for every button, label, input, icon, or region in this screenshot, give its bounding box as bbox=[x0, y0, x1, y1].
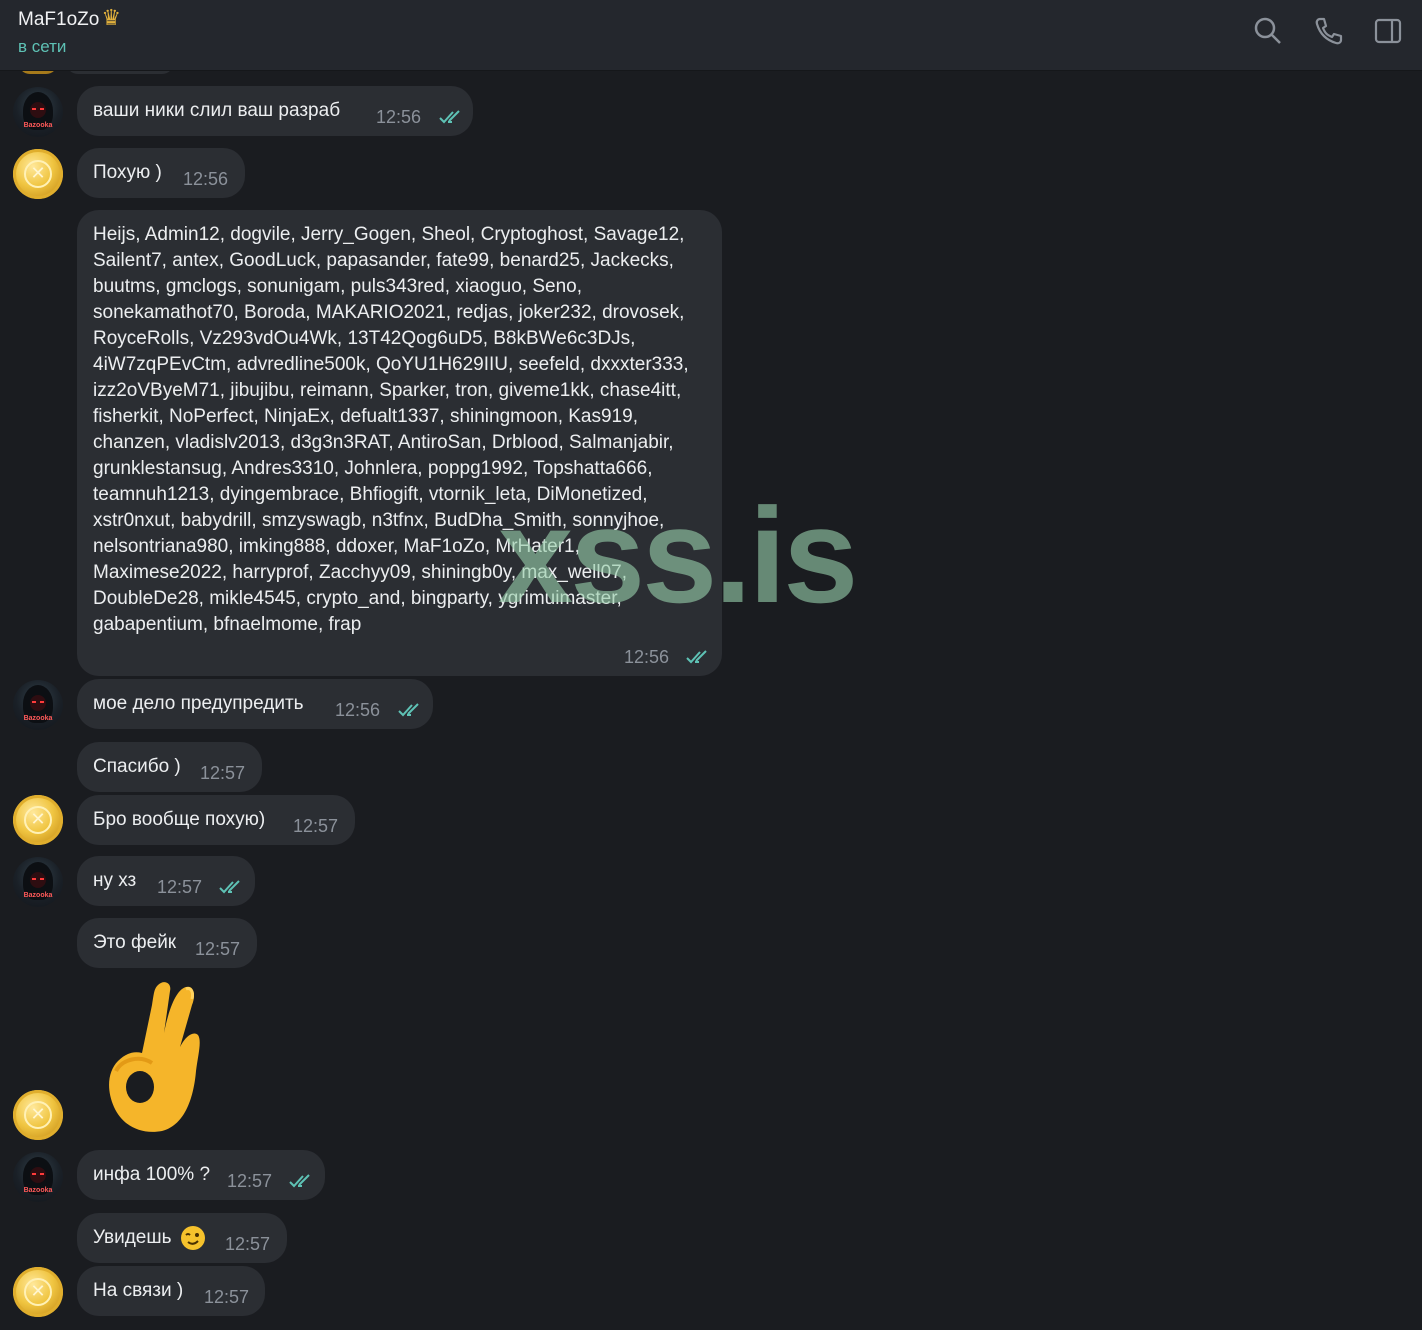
avatar-eye bbox=[32, 878, 36, 880]
avatar[interactable]: Bazooka bbox=[13, 680, 63, 730]
ok-hand-emoji[interactable] bbox=[100, 975, 220, 1145]
chat-header: MaF1oZo♛ в сети bbox=[0, 0, 1422, 71]
avatar-label: Bazooka bbox=[23, 122, 53, 129]
message-time: 12:57 bbox=[200, 763, 246, 783]
message-bubble[interactable]: Увидешь 12:57 bbox=[77, 1213, 287, 1263]
avatar-face bbox=[30, 102, 46, 118]
avatar[interactable]: ✕ bbox=[13, 1267, 63, 1317]
winking-face-emoji bbox=[181, 1226, 205, 1250]
double-check-icon bbox=[686, 650, 707, 664]
message-time: 12:56 bbox=[335, 700, 381, 720]
avatar[interactable]: ✕ bbox=[13, 1090, 63, 1140]
coin-symbol: ✕ bbox=[30, 1104, 46, 1124]
online-status: в сети bbox=[18, 37, 67, 56]
avatar-label: Bazooka bbox=[23, 892, 53, 899]
message-text: Это фейк bbox=[93, 932, 177, 953]
avatar[interactable]: ✕ bbox=[13, 795, 63, 845]
avatar-eye bbox=[32, 701, 36, 703]
message-time: 12:57 bbox=[293, 816, 339, 836]
message-text: Бро вообще похую) bbox=[93, 809, 266, 830]
message-text: Увидешь bbox=[93, 1227, 172, 1248]
message-bubble[interactable]: инфа 100% ? 12:57 bbox=[77, 1150, 325, 1200]
avatar-face bbox=[30, 1167, 46, 1183]
double-check-icon bbox=[219, 880, 240, 894]
message-bubble[interactable]: ну хз 12:57 bbox=[77, 856, 255, 906]
message-text: На связи ) bbox=[93, 1280, 184, 1301]
message-text: мое дело предупредить bbox=[93, 693, 304, 714]
coin-symbol: ✕ bbox=[30, 1281, 46, 1301]
coin-symbol: ✕ bbox=[30, 163, 46, 183]
message-text: Похую ) bbox=[93, 162, 162, 183]
avatar-eye bbox=[40, 108, 44, 110]
avatar-eye bbox=[40, 701, 44, 703]
avatar-face bbox=[30, 695, 46, 711]
avatar[interactable]: Bazooka bbox=[13, 857, 63, 907]
sidebar-toggle-icon[interactable] bbox=[1372, 15, 1404, 47]
message-time: 12:57 bbox=[204, 1287, 250, 1307]
avatar-label: Bazooka bbox=[23, 1187, 53, 1194]
message-bubble[interactable]: Похую ) 12:56 bbox=[77, 148, 245, 198]
crown-emoji: ♛ bbox=[101, 5, 122, 30]
message-text: Спасибо ) bbox=[93, 756, 181, 777]
avatar[interactable]: Bazooka bbox=[13, 1152, 63, 1202]
message-bubble[interactable]: Спасибо ) 12:57 bbox=[77, 742, 262, 792]
message-text: Heijs, Admin12, dogvile, Jerry_Gogen, Sh… bbox=[93, 224, 689, 635]
coin-symbol: ✕ bbox=[30, 809, 46, 829]
message-time: 12:57 bbox=[225, 1234, 271, 1254]
chat-title[interactable]: MaF1oZo♛ bbox=[18, 5, 121, 31]
message-text: ну хз bbox=[93, 870, 137, 891]
message-text: инфа 100% ? bbox=[93, 1164, 211, 1185]
message-time: 12:56 bbox=[624, 647, 670, 667]
message-time: 12:56 bbox=[376, 107, 422, 127]
message-time: 12:56 bbox=[183, 169, 229, 189]
avatar-eye bbox=[40, 1173, 44, 1175]
avatar[interactable]: ✕ bbox=[13, 149, 63, 199]
message-time: 12:57 bbox=[157, 877, 203, 897]
avatar-face bbox=[30, 872, 46, 888]
search-icon[interactable] bbox=[1252, 15, 1284, 47]
message-bubble[interactable]: На связи ) 12:57 bbox=[77, 1266, 265, 1316]
avatar-eye bbox=[40, 878, 44, 880]
chat-title-text: MaF1oZo bbox=[18, 9, 100, 30]
avatar-eye bbox=[32, 1173, 36, 1175]
message-time: 12:57 bbox=[195, 939, 241, 959]
double-check-icon bbox=[398, 703, 419, 717]
message-bubble[interactable]: Это фейк 12:57 bbox=[77, 918, 257, 968]
double-check-icon bbox=[439, 110, 460, 124]
chat-history: Bazooka ваши ники слил ваш разраб 12:56 … bbox=[0, 0, 1422, 1330]
message-time: 12:57 bbox=[227, 1171, 273, 1191]
double-check-icon bbox=[289, 1174, 310, 1188]
phone-icon[interactable] bbox=[1312, 15, 1344, 47]
avatar-eye bbox=[32, 108, 36, 110]
message-bubble[interactable]: мое дело предупредить 12:56 bbox=[77, 679, 433, 729]
message-bubble[interactable]: ваши ники слил ваш разраб 12:56 bbox=[77, 86, 473, 136]
message-bubble[interactable]: Heijs, Admin12, dogvile, Jerry_Gogen, Sh… bbox=[77, 210, 722, 676]
message-text: ваши ники слил ваш разраб bbox=[93, 100, 341, 121]
avatar-label: Bazooka bbox=[23, 715, 53, 722]
message-bubble[interactable]: Бро вообще похую) 12:57 bbox=[77, 795, 355, 845]
avatar[interactable]: Bazooka bbox=[13, 87, 63, 137]
